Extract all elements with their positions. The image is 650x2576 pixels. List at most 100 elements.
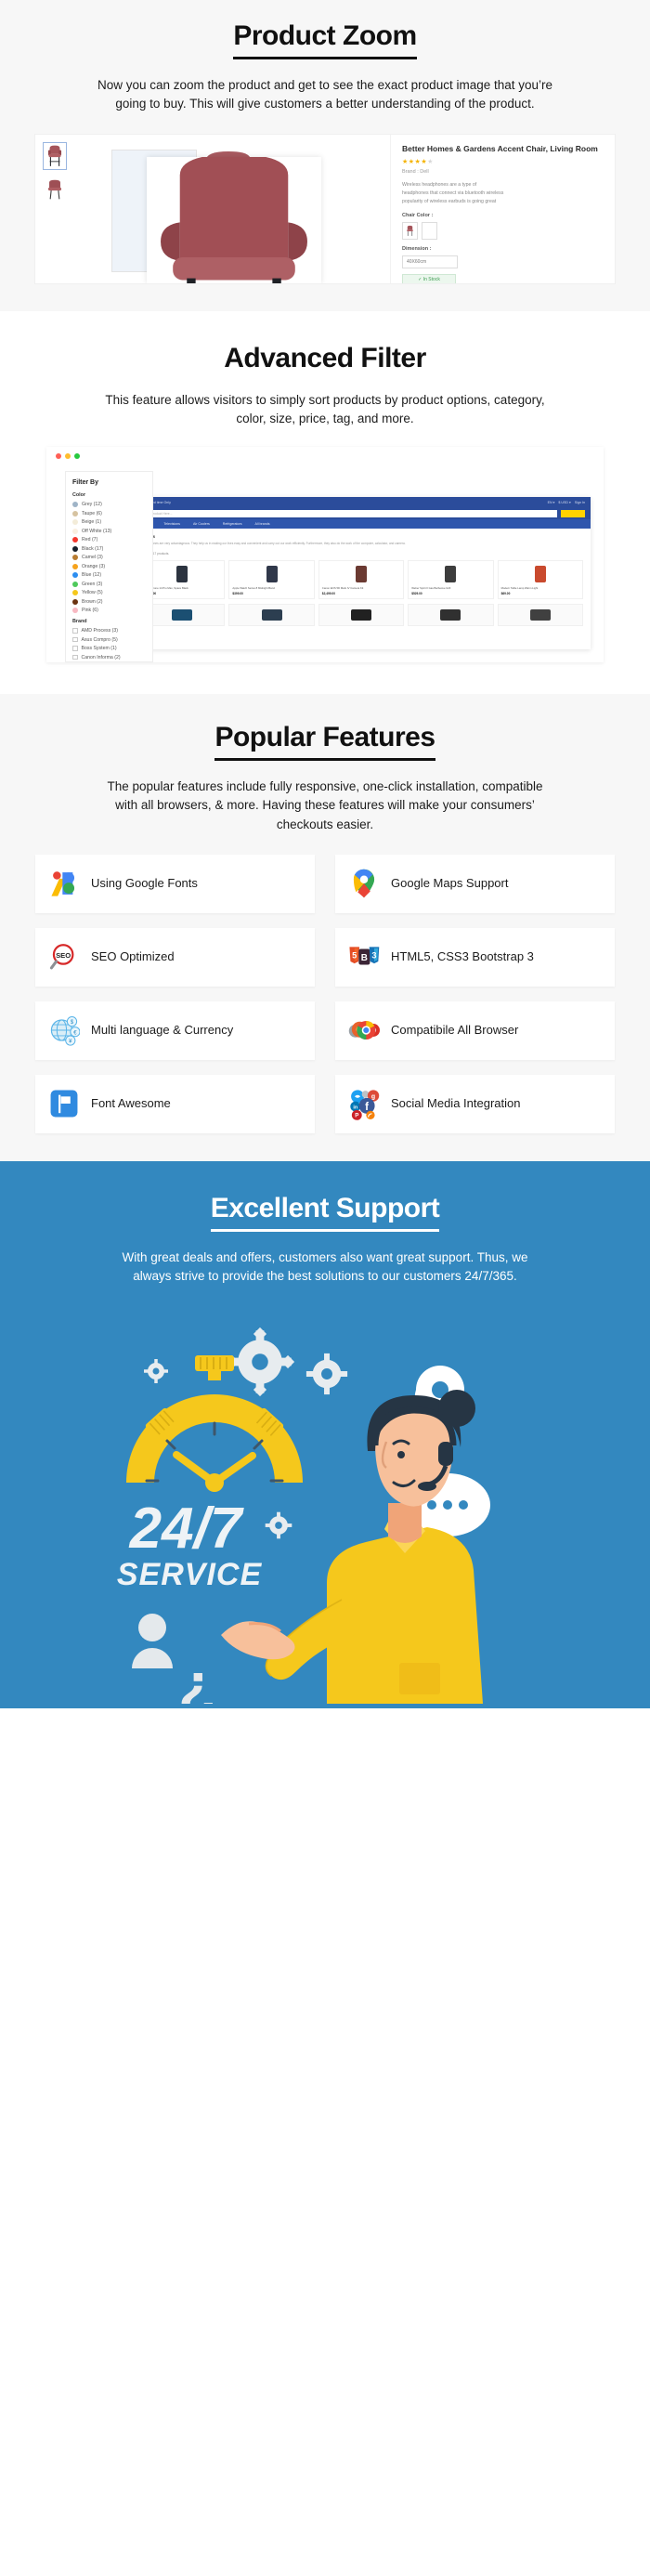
chair-zoomed-image-icon (161, 156, 307, 283)
color-filter-row[interactable]: Off White (13) (72, 528, 146, 534)
thumbnail-1[interactable] (43, 141, 67, 170)
color-filter-row[interactable]: Green (3) (72, 581, 146, 587)
feature-card-label: Google Maps Support (391, 876, 509, 891)
brand-filter-row[interactable]: Boss System (1) (72, 646, 146, 651)
shop-product-thumb[interactable] (497, 603, 583, 626)
shop-product-image (232, 564, 310, 584)
currency-selector[interactable]: $ USD ▾ (558, 501, 570, 504)
shop-product-price: $529.00 (411, 591, 422, 595)
shop-search-input[interactable]: Search Product Here... (137, 509, 557, 517)
product-zoom-mock-wrapper: Better Homes & Gardens Accent Chair, Liv… (0, 114, 650, 311)
color-filter-row[interactable]: Grey (12) (72, 502, 146, 507)
shop-product-image (501, 564, 579, 584)
color-swatch-dot (72, 590, 78, 595)
brand-filter-row[interactable]: Asus Compro (5) (72, 637, 146, 643)
brand-checkbox[interactable] (72, 636, 78, 643)
filter-group-brand: Brand (72, 619, 87, 624)
sign-in-link[interactable]: Sign In (575, 501, 585, 504)
color-swatch-dot (72, 563, 78, 569)
thumbnail-2[interactable] (43, 175, 67, 203)
shop-product-card[interactable]: Apple Watch Series 8 Midnight Band $399.0… (228, 559, 315, 599)
brand-checkbox[interactable] (72, 646, 78, 651)
shop-nav-item[interactable]: Televisions (163, 522, 180, 526)
language-selector[interactable]: EN ▾ (548, 501, 555, 504)
stock-badge: ✓ In Stock (402, 273, 456, 283)
feature-card[interactable]: SEO SEO Optimized (35, 927, 315, 987)
product-zoom-title: Product Zoom (0, 20, 650, 59)
filter-by-title: Filter By (72, 479, 99, 486)
svg-text:B: B (361, 954, 368, 964)
brand-filter-row[interactable]: Canon Informa (2) (72, 655, 146, 660)
svg-text:P: P (355, 1113, 358, 1119)
color-filter-label: Orange (3) (82, 563, 106, 569)
feature-card[interactable]: Using Google Fonts (35, 854, 315, 913)
user-icon (132, 1614, 173, 1669)
shop-main-content: Mobiles Mobile phones are very advantage… (132, 529, 591, 632)
shop-topbar: Hey, Limited time Only EN ▾ $ USD ▾ Sign… (132, 497, 591, 507)
feature-card-label: SEO Optimized (91, 949, 175, 964)
close-icon[interactable] (56, 453, 61, 459)
shop-topbar-right: EN ▾ $ USD ▾ Sign In (548, 501, 585, 504)
excellent-support-description: With great deals and offers, customers a… (122, 1249, 528, 1283)
shop-product-card[interactable]: Weber Spirit II Gas Barbecue Grill $529.0… (408, 559, 494, 599)
shop-product-card[interactable]: Modern Table Lamp Warm Light $69.00 (497, 559, 583, 599)
brand-checkbox[interactable] (72, 654, 78, 660)
color-swatch-dot (72, 555, 78, 560)
color-swatch-dot (72, 608, 78, 613)
feature-card[interactable]: g in f P Social Media Integration (335, 1074, 615, 1133)
feature-card[interactable]: $ € ¥ Multi language & Currency (35, 1000, 315, 1060)
feature-card[interactable]: Compatibile All Browser (335, 1000, 615, 1060)
color-filter-label: Off White (13) (82, 528, 112, 534)
support-subline: SERVICE (117, 1557, 263, 1592)
feature-card-label: Multi language & Currency (91, 1023, 234, 1038)
feature-card[interactable]: Google Maps Support (335, 854, 615, 913)
minimize-icon[interactable] (65, 453, 71, 459)
section-popular-features: Popular Features The popular features in… (0, 694, 650, 1161)
color-swatch-2[interactable] (422, 221, 437, 240)
color-filter-label: Blue (12) (82, 572, 102, 578)
color-filter-label: Grey (12) (82, 502, 102, 507)
color-filter-row[interactable]: Camel (3) (72, 555, 146, 560)
shop-product-price: $399.00 (232, 591, 243, 595)
brand-checkbox[interactable] (72, 628, 78, 634)
color-filter-row[interactable]: Taupe (6) (72, 510, 146, 517)
shop-product-thumb[interactable] (318, 603, 405, 626)
color-filter-label: Yellow (5) (82, 590, 103, 595)
color-filter-row[interactable]: Black (17) (72, 545, 146, 552)
color-filter-row[interactable]: Blue (12) (72, 572, 146, 578)
shop-product-price: $1,099.00 (143, 592, 221, 595)
shop-search-button[interactable] (561, 509, 585, 517)
browsers-icon (348, 1014, 380, 1046)
shop-product-card[interactable]: Canon EOS 5D Mark IV Camera Kit $2,499.00 (318, 559, 405, 599)
excellent-support-title: Excellent Support (0, 1193, 650, 1232)
color-swatch-dot (72, 519, 78, 525)
html5-css3-bootstrap-icon: 5B3 (348, 941, 380, 973)
color-filter-row[interactable]: Beige (1) (72, 519, 146, 525)
dimension-select[interactable]: 40X60cm (402, 255, 458, 268)
shop-product-thumb[interactable] (228, 603, 315, 626)
color-filter-row[interactable]: Yellow (5) (72, 590, 146, 595)
color-swatch-dot (72, 537, 78, 543)
color-filter-row[interactable]: Brown (2) (72, 598, 146, 605)
color-filter-label: Green (3) (82, 581, 103, 587)
section-advanced-filter: Advanced Filter This feature allows visi… (0, 310, 650, 694)
shop-nav-item[interactable]: Air Coolers (193, 522, 210, 526)
color-filter-row[interactable]: Orange (3) (72, 563, 146, 569)
shop-product-grid: Apple iPhone 14 Pro Max, Space Black $1,0… (139, 559, 583, 599)
shop-product-price: $69.00 (500, 591, 511, 595)
zoom-result-pane (147, 156, 321, 283)
color-swatch-1[interactable] (402, 221, 418, 240)
maximize-icon[interactable] (74, 453, 80, 459)
feature-card[interactable]: 5 B 3 HTML5, CSS3 Bootstrap 3 (335, 927, 615, 987)
shop-nav-item[interactable]: Refrigerators (223, 522, 242, 526)
feature-card[interactable]: Font Awesome (35, 1074, 315, 1133)
feature-card-label: Font Awesome (91, 1096, 171, 1111)
rating-filled-stars: ★★★★ (402, 158, 428, 165)
color-filter-row[interactable]: Pink (6) (72, 608, 146, 613)
shop-product-thumb[interactable] (408, 603, 494, 626)
shop-nav-item[interactable]: All brands (255, 522, 270, 526)
color-filter-row[interactable]: Red (7) (72, 537, 146, 543)
brand-filter-row[interactable]: AMD Process (3) (72, 628, 146, 634)
shop-product-name: Apple Watch Series 8 Midnight Band (232, 585, 275, 590)
brand-filter-label: AMD Process (3) (81, 628, 119, 634)
